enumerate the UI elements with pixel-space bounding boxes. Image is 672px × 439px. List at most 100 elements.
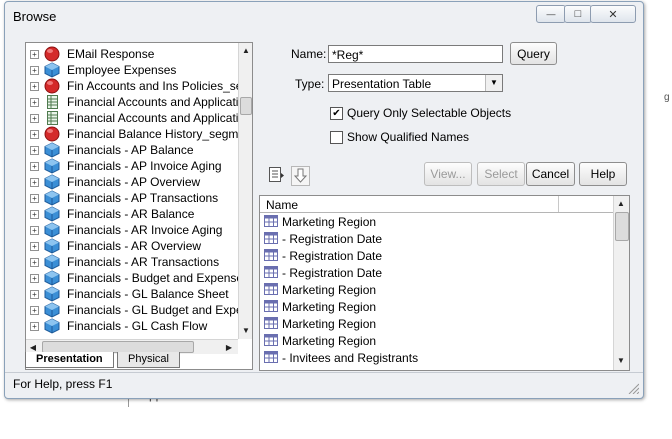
tab-physical[interactable]: Physical [117,352,180,368]
results-scroll-up-icon[interactable]: ▲ [614,196,628,210]
tree-item[interactable]: + EMail Response [26,46,238,62]
window-title: Browse [13,9,57,24]
name-field[interactable]: *Reg* [328,45,503,63]
expand-icon[interactable]: + [30,162,39,171]
blue-cube-icon [44,270,60,286]
table-sheet-icon [44,94,60,110]
expand-icon[interactable]: + [30,98,39,107]
properties-icon[interactable] [268,166,285,184]
expand-icon[interactable]: + [30,242,39,251]
tree-item[interactable]: + Financials - GL Cash Flow [26,318,238,334]
type-select[interactable]: Presentation Table ▼ [328,74,503,92]
tree-scroll-thumb[interactable] [240,97,252,115]
result-row-label: Marketing Region [282,283,377,297]
status-text: For Help, press F1 [13,377,113,391]
scroll-right-icon[interactable]: ▶ [222,340,236,354]
tree-item[interactable]: + Financials - AP Invoice Aging [26,158,238,174]
tree-item[interactable]: + Financials - AR Balance [26,206,238,222]
tree-item[interactable]: + Financial Accounts and Applications [26,110,238,126]
tree-item[interactable]: + Financials - AP Transactions [26,190,238,206]
tree-item[interactable]: + Financials - AR Transactions [26,254,238,270]
expand-icon[interactable]: + [30,322,39,331]
results-rows[interactable]: Marketing Region - Registration Date - Reg… [260,213,612,369]
expand-icon[interactable]: + [30,306,39,315]
expand-icon[interactable]: + [30,130,39,139]
expand-icon[interactable]: + [30,258,39,267]
column-divider[interactable] [558,196,559,212]
tree-item-label: Financials - GL Cash Flow [67,319,208,333]
results-vertical-scrollbar[interactable]: ▲ ▼ [613,196,629,370]
expand-icon[interactable]: + [30,50,39,59]
title-bar[interactable]: Browse — □ ✕ [5,2,643,30]
tree-item-label: Financials - AP Transactions [67,191,219,205]
cancel-button[interactable]: Cancel [526,162,575,186]
close-button[interactable]: ✕ [590,5,636,23]
tree-item-label: Financials - GL Budget and Expen... [67,303,238,317]
minimize-button[interactable]: — [536,5,566,23]
help-button[interactable]: Help [579,162,627,186]
show-qualified-checkbox[interactable] [330,131,343,144]
name-column-label: Name [266,198,299,212]
arrow-down-icon[interactable] [291,166,310,186]
tree-item-label: Financial Accounts and Applicati... [67,95,238,109]
presentation-table-icon [264,215,278,227]
expand-icon[interactable]: + [30,290,39,299]
tree-item[interactable]: + Financial Accounts and Applicati... [26,94,238,110]
result-row-label: Marketing Region [282,215,377,229]
scroll-up-icon[interactable]: ▲ [239,43,253,57]
tree-item-label: Financials - Budget and Expenses (l [67,271,238,285]
result-row-label: Marketing Region [282,334,377,348]
result-row-label: - Invitees and Registrants [282,351,419,365]
expand-icon[interactable]: + [30,178,39,187]
tree-item[interactable]: + Fin Accounts and Ins Policies_segm [26,78,238,94]
blue-cube-icon [44,302,60,318]
results-scroll-down-icon[interactable]: ▼ [614,353,628,367]
tree-item[interactable]: + Financials - GL Balance Sheet [26,286,238,302]
results-scroll-thumb[interactable] [615,212,629,241]
tree-item[interactable]: + Financials - AP Balance [26,142,238,158]
expand-icon[interactable]: + [30,114,39,123]
expand-icon[interactable]: + [30,194,39,203]
tree-item[interactable]: + Employee Expenses [26,62,238,78]
presentation-table-icon [264,232,278,244]
expand-icon[interactable]: + [30,82,39,91]
scroll-down-icon[interactable]: ▼ [239,323,253,337]
tree-item-label: Financials - AR Transactions [67,255,220,269]
chevron-down-icon[interactable]: ▼ [485,75,502,91]
tree-item-label: Financial Balance History_segmenta [67,127,238,141]
tree-item[interactable]: + Financials - Budget and Expenses (l [26,270,238,286]
object-tree[interactable]: + EMail Response + Employee Expenses + Fin Ac… [26,43,238,339]
tree-item[interactable]: + Financials - AP Overview [26,174,238,190]
result-row-label: - Registration Date [282,232,383,246]
type-label: Type: [295,77,325,91]
browse-dialog: Browse — □ ✕ + EMail Response + Employee Ex… [4,1,644,399]
tree-item-label: Financials - AP Balance [67,143,194,157]
tree-item-label: Financials - AR Balance [67,207,195,221]
tree-item-label: Fin Accounts and Ins Policies_segm [67,79,238,93]
expand-icon[interactable]: + [30,210,39,219]
tree-item[interactable]: + Financials - AR Invoice Aging [26,222,238,238]
results-column-header[interactable]: Name [260,196,613,213]
query-selectable-checkbox[interactable]: ✔ [330,107,343,120]
expand-icon[interactable]: + [30,66,39,75]
expand-icon[interactable]: + [30,274,39,283]
tree-item[interactable]: + Financials - GL Budget and Expen... [26,302,238,318]
tree-item-label: EMail Response [67,47,155,61]
resize-grip-icon[interactable] [627,382,639,394]
blue-cube-icon [44,286,60,302]
tree-vertical-scrollbar[interactable]: ▲ ▼ [238,43,252,339]
tree-item-label: Financial Accounts and Applications [67,111,238,125]
view-button[interactable]: View... [424,162,472,186]
select-button[interactable]: Select [477,162,525,186]
expand-icon[interactable]: + [30,146,39,155]
query-button[interactable]: Query [510,42,557,65]
tree-item[interactable]: + Financial Balance History_segmenta [26,126,238,142]
expand-icon[interactable]: + [30,226,39,235]
table-sheet-icon [44,110,60,126]
type-select-value: Presentation Table [332,77,432,91]
presentation-table-icon [264,317,278,329]
tree-item[interactable]: + Financials - AR Overview [26,238,238,254]
blue-cube-icon [44,318,60,334]
maximize-button[interactable]: □ [564,5,592,23]
tab-presentation[interactable]: Presentation [25,352,114,368]
